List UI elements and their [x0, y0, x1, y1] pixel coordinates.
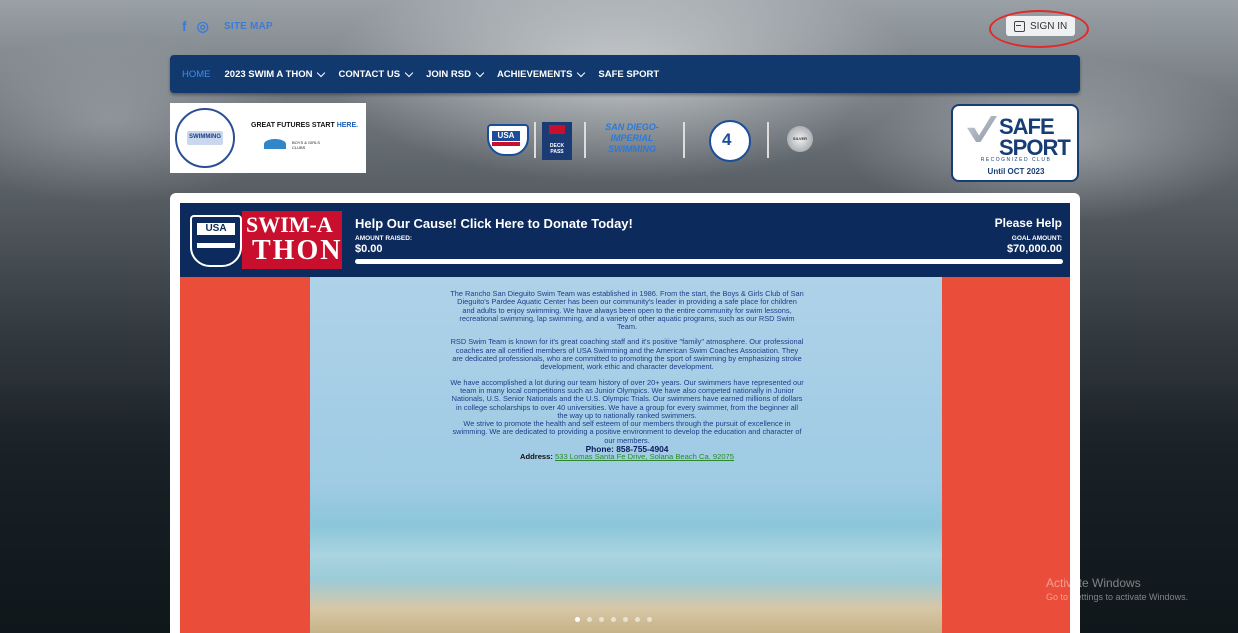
- safe-sport-badge[interactable]: SAFE SPORT RECOGNIZED CLUB Until OCT 202…: [951, 104, 1079, 182]
- checkmark-icon: [967, 116, 997, 142]
- badge-divider: [584, 122, 586, 158]
- swim-a-thon-logo: SWIM-A THON: [242, 211, 342, 269]
- chevron-down-icon: [475, 68, 485, 77]
- watermark-line-1: Activate Windows: [1046, 576, 1141, 590]
- donate-title[interactable]: Help Our Cause! Click Here to Donate Tod…: [355, 216, 633, 231]
- carousel-dot[interactable]: [635, 617, 640, 622]
- donation-progress-bar: [355, 259, 1063, 264]
- instagram-icon[interactable]: ◎: [197, 18, 209, 34]
- usa-swimming-text: USA: [497, 131, 515, 140]
- great-futures-text: GREAT FUTURES START HERE.: [251, 122, 358, 129]
- social-links: f ◎: [182, 18, 219, 35]
- about-paragraph: RSD Swim Team is known for it's great co…: [450, 337, 804, 372]
- carousel-dot[interactable]: [647, 617, 652, 622]
- level-number: 4: [722, 130, 732, 149]
- nav-item-safe-sport[interactable]: SAFE SPORT: [598, 69, 659, 80]
- address-label: Address:: [519, 452, 556, 462]
- about-text: The Rancho San Dieguito Swim Team was es…: [450, 289, 804, 462]
- chevron-down-icon: [577, 68, 586, 77]
- affiliation-badges: USA DECK PASS SAN DIEGO- IMPERIAL SWIMMI…: [487, 120, 827, 162]
- swim-a-thon-logo-bottom: THON: [252, 235, 343, 266]
- sdi-line-3: SWIMMING: [608, 144, 656, 154]
- badge-divider: [534, 122, 536, 158]
- about-paragraph: We have accomplished a lot during our te…: [450, 377, 804, 420]
- nav-item-swim-a-thon[interactable]: 2023 SWIM A THON: [225, 68, 326, 80]
- nav-item-join-rsd[interactable]: JOIN RSD: [426, 68, 485, 80]
- hero-slide: The Rancho San Dieguito Swim Team was es…: [310, 277, 942, 633]
- club-logo-banner[interactable]: SWIMMING GREAT FUTURES START HERE. BOYS …: [170, 103, 366, 173]
- usa-swimming-logo[interactable]: USA: [487, 124, 529, 156]
- silver-badge-text: SILVER: [792, 136, 808, 141]
- deck-pass-text: DECK PASS: [549, 143, 565, 155]
- about-paragraph: The Rancho San Dieguito Swim Team was es…: [450, 289, 804, 332]
- main-nav: HOME 2023 SWIM A THON CONTACT US JOIN RS…: [170, 55, 1080, 93]
- safe-sport-recognized: RECOGNIZED CLUB: [980, 157, 1052, 163]
- slide-side-panel-left: [180, 277, 310, 633]
- chevron-down-icon: [404, 68, 414, 77]
- foundation-logo-text: USA: [205, 223, 227, 234]
- boys-girls-club-text: BOYS & GIRLS CLUBS: [292, 140, 321, 150]
- carousel-dot[interactable]: [611, 617, 616, 622]
- level-4-club-badge[interactable]: 4: [709, 120, 751, 162]
- boys-girls-club-icon: [264, 139, 286, 149]
- carousel-dot[interactable]: [599, 617, 604, 622]
- top-bar: f ◎ SITE MAP SIGN IN: [170, 14, 1080, 40]
- sdi-line-2: IMPERIAL: [610, 133, 654, 143]
- donation-banner[interactable]: USA SWIM-A THON Help Our Cause! Click He…: [180, 203, 1070, 277]
- highlight-annotation-circle: [989, 10, 1089, 48]
- nav-item-achievements[interactable]: ACHIEVEMENTS: [497, 68, 586, 80]
- activate-windows-watermark: Activate Windows Go to Settings to activ…: [1046, 576, 1188, 602]
- carousel-dot[interactable]: [587, 617, 592, 622]
- sdi-line-1: SAN DIEGO-: [605, 122, 659, 132]
- site-map-link[interactable]: SITE MAP: [224, 21, 273, 32]
- badge-divider: [767, 122, 769, 158]
- goal-amount-label: GOAL AMOUNT:: [1011, 235, 1062, 242]
- great-futures-emphasis: HERE.: [336, 122, 359, 129]
- please-help-text: Please Help: [994, 216, 1062, 230]
- goal-amount-value: $70,000.00: [1006, 243, 1062, 255]
- silver-medal-badge[interactable]: SILVER: [787, 126, 813, 152]
- nav-list: HOME 2023 SWIM A THON CONTACT US JOIN RS…: [170, 55, 1080, 93]
- great-futures-prefix: GREAT FUTURES START: [251, 122, 337, 129]
- chevron-down-icon: [317, 68, 326, 77]
- address-link[interactable]: 533 Lomas Santa Fe Drive, Solana Beach C…: [555, 452, 734, 461]
- safe-sport-until: Until OCT 2023: [987, 167, 1045, 176]
- amount-raised-label: AMOUNT RAISED:: [355, 235, 413, 242]
- deck-pass-logo[interactable]: DECK PASS: [542, 122, 572, 160]
- address-line: Address: 533 Lomas Santa Fe Drive, Solan…: [450, 453, 804, 461]
- nav-item-home[interactable]: HOME: [182, 69, 211, 80]
- carousel-dot[interactable]: [623, 617, 628, 622]
- deck-pass-ribbon-icon: [549, 125, 565, 134]
- club-seal-text: SWIMMING: [189, 134, 221, 140]
- san-diego-imperial-logo[interactable]: SAN DIEGO- IMPERIAL SWIMMING: [602, 122, 662, 155]
- carousel-indicators: [575, 617, 652, 622]
- club-seal-logo: SWIMMING: [175, 108, 235, 168]
- nav-item-contact-us[interactable]: CONTACT US: [338, 68, 414, 80]
- amount-raised-value: $0.00: [355, 243, 383, 255]
- facebook-icon[interactable]: f: [182, 18, 187, 34]
- carousel-dot[interactable]: [575, 617, 580, 622]
- watermark-line-2: Go to Settings to activate Windows.: [1046, 592, 1189, 602]
- usa-swimming-foundation-logo: USA: [190, 215, 242, 267]
- badge-divider: [683, 122, 685, 158]
- about-paragraph: We strive to promote the health and self…: [452, 419, 802, 445]
